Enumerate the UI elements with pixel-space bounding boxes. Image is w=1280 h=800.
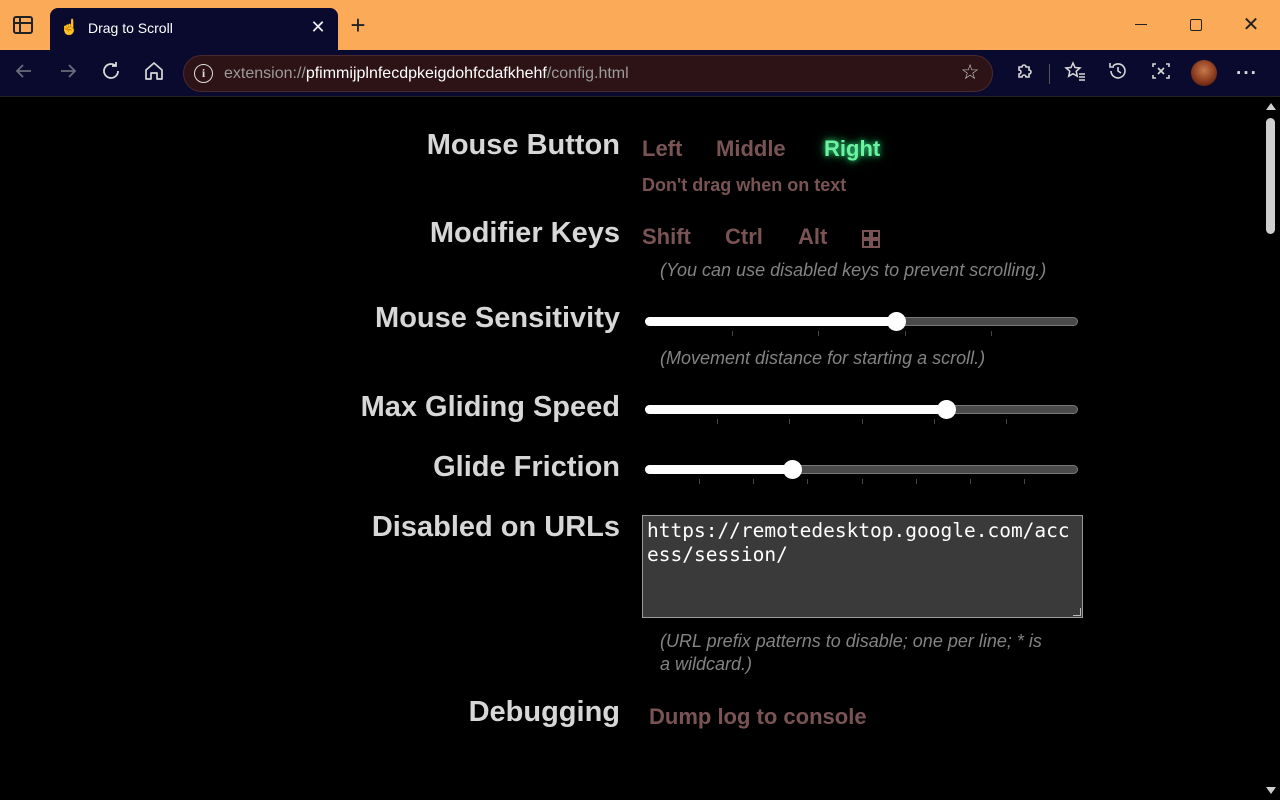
home-button[interactable]	[140, 60, 168, 88]
slider-tick	[862, 479, 863, 484]
slider-tick	[1006, 419, 1007, 424]
maximize-button[interactable]	[1183, 12, 1209, 38]
slider-tick	[818, 331, 819, 336]
slider-thumb[interactable]	[937, 400, 956, 419]
scrollbar-thumb[interactable]	[1266, 118, 1275, 234]
favorites-icon	[1064, 61, 1085, 81]
reload-icon	[103, 62, 119, 79]
slider-tick	[789, 419, 790, 424]
max-gliding-speed-slider[interactable]	[645, 400, 1078, 424]
history-button[interactable]	[1104, 60, 1132, 88]
option-left[interactable]: Left	[642, 136, 682, 162]
slider-tick	[934, 419, 935, 424]
window-close-button[interactable]: ✕	[1238, 12, 1264, 38]
option-middle[interactable]: Middle	[716, 136, 786, 162]
mouse-sensitivity-hint: (Movement distance for starting a scroll…	[660, 348, 986, 368]
screenshot-icon	[1152, 63, 1170, 79]
disabled-urls-hint-line2: a wildcard.)	[660, 654, 753, 674]
extension-config-page: Mouse Button Left Middle Right Don't dra…	[0, 98, 1262, 800]
title-bar: ☝ Drag to Scroll ✕ + ✕	[0, 0, 1280, 50]
slider-tick	[807, 479, 808, 484]
slider-tick	[905, 331, 906, 336]
more-menu-icon[interactable]: ···	[1233, 60, 1261, 88]
slider-tick	[699, 479, 700, 484]
home-icon	[145, 62, 163, 80]
scroll-down-arrow-icon[interactable]	[1266, 787, 1276, 794]
debugging-label: Debugging	[468, 696, 620, 728]
glide-friction-label: Glide Friction	[433, 451, 620, 483]
new-tab-button[interactable]: +	[346, 12, 370, 38]
slider-thumb[interactable]	[783, 460, 802, 479]
profile-avatar[interactable]	[1191, 60, 1217, 86]
tab-title: Drag to Scroll	[88, 20, 173, 36]
max-gliding-speed-label: Max Gliding Speed	[360, 391, 620, 423]
dump-log-button[interactable]: Dump log to console	[649, 704, 867, 730]
scroll-up-arrow-icon[interactable]	[1266, 103, 1276, 110]
slider-tick	[991, 331, 992, 336]
site-info-icon[interactable]: i	[194, 64, 213, 83]
favorite-star-icon[interactable]: ☆	[958, 61, 982, 85]
disabled-urls-textarea[interactable]	[642, 515, 1083, 618]
tab-drag-to-scroll[interactable]: ☝ Drag to Scroll ✕	[50, 8, 338, 50]
url-host: pfimmijplnfecdpkeigdohfcdafkhehf	[305, 65, 547, 82]
modifier-keys-label: Modifier Keys	[429, 217, 620, 249]
disabled-urls-hint-line1: (URL prefix patterns to disable; one per…	[660, 631, 1042, 651]
glide-friction-slider[interactable]	[645, 460, 1078, 484]
slider-tick	[753, 479, 754, 484]
minimize-button[interactable]	[1128, 12, 1154, 38]
slider-tick	[717, 419, 718, 424]
disabled-urls-label: Disabled on URLs	[371, 511, 620, 543]
slider-tick	[1024, 479, 1025, 484]
option-right[interactable]: Right	[824, 136, 880, 162]
slider-tick	[862, 419, 863, 424]
slider-tick	[732, 331, 733, 336]
tab-actions-icon[interactable]	[13, 16, 33, 34]
forward-button[interactable]	[54, 60, 82, 88]
slider-thumb[interactable]	[887, 312, 906, 331]
mouse-button-label: Mouse Button	[426, 129, 620, 161]
puzzle-icon	[1018, 64, 1032, 78]
reload-button[interactable]	[97, 60, 125, 88]
minimize-icon	[1135, 24, 1147, 26]
modifier-shift[interactable]: Shift	[642, 224, 691, 250]
hand-cursor-icon: ☝	[60, 19, 79, 36]
screenshot-button[interactable]	[1147, 60, 1175, 88]
slider-tick	[916, 479, 917, 484]
url-text[interactable]: extension://pfimmijplnfecdpkeigdohfcdafk…	[224, 65, 629, 83]
page-scrollbar[interactable]	[1262, 98, 1280, 800]
favorites-button[interactable]	[1061, 60, 1089, 88]
address-bar[interactable]: i extension://pfimmijplnfecdpkeigdohfcda…	[183, 55, 993, 92]
maximize-icon	[1190, 18, 1202, 31]
modifier-ctrl[interactable]: Ctrl	[725, 224, 763, 250]
slider-tick	[970, 479, 971, 484]
browser-toolbar: i extension://pfimmijplnfecdpkeigdohfcda…	[0, 50, 1280, 97]
history-icon	[1109, 63, 1126, 79]
tab-close-button[interactable]: ✕	[308, 17, 328, 37]
modifier-keys-hint: (You can use disabled keys to prevent sc…	[660, 260, 1047, 280]
extensions-button[interactable]	[1011, 60, 1039, 88]
mouse-sensitivity-label: Mouse Sensitivity	[375, 302, 620, 334]
windows-key-icon[interactable]	[862, 230, 882, 250]
arrow-right-icon	[61, 64, 77, 78]
modifier-alt[interactable]: Alt	[798, 224, 827, 250]
arrow-left-icon	[15, 64, 31, 78]
toolbar-divider	[1049, 64, 1050, 84]
url-path: /config.html	[546, 65, 629, 82]
mouse-sensitivity-slider[interactable]	[645, 312, 1078, 336]
url-scheme: extension://	[224, 65, 306, 82]
back-button[interactable]	[10, 60, 38, 88]
dont-drag-on-text-toggle[interactable]: Don't drag when on text	[642, 175, 846, 196]
textarea-resize-handle[interactable]	[1073, 608, 1081, 616]
